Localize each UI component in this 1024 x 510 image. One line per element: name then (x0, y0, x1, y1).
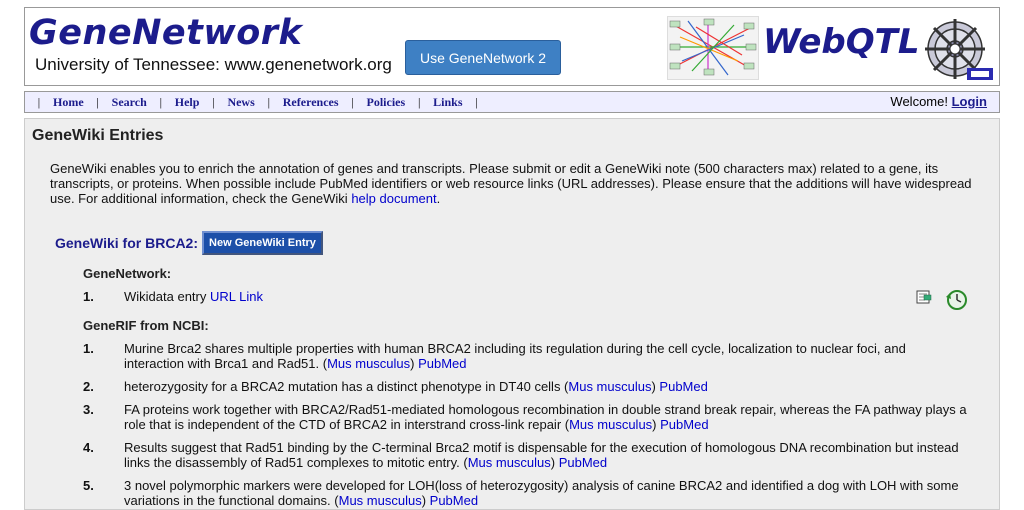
pubmed-link[interactable]: PubMed (418, 356, 466, 371)
entry-body: FA proteins work together with BRCA2/Rad… (124, 402, 967, 432)
nav-separator: | (212, 94, 215, 109)
nav-references[interactable]: References (283, 95, 339, 110)
nav-separator: | (351, 94, 354, 109)
new-genewiki-entry-button[interactable]: New GeneWiki Entry (202, 231, 323, 255)
species-link[interactable]: Mus musculus (468, 455, 551, 470)
entry-number: 1. (83, 289, 94, 304)
intro-paragraph: GeneWiki enables you to enrich the annot… (50, 161, 980, 206)
entry-body: 3 novel polymorphic markers were develop… (124, 478, 959, 508)
pubmed-link[interactable]: PubMed (659, 379, 707, 394)
intro-text: GeneWiki enables you to enrich the annot… (50, 161, 972, 206)
entry-number: 5. (83, 478, 94, 493)
entry-number: 4. (83, 440, 94, 455)
nav-separator: | (37, 94, 41, 109)
list-item: 5. 3 novel polymorphic markers were deve… (83, 478, 968, 509)
nav-search[interactable]: Search (112, 95, 147, 110)
genewiki-panel: GeneWiki Entries GeneWiki enables you to… (24, 118, 1000, 510)
entry-number: 1. (83, 341, 94, 356)
login-link[interactable]: Login (952, 94, 987, 109)
pubmed-link[interactable]: PubMed (660, 417, 708, 432)
entry-body: Wikidata entry (124, 289, 210, 304)
entry-text: heterozygosity for a BRCA2 mutation has … (124, 379, 708, 394)
species-link[interactable]: Mus musculus (568, 379, 651, 394)
nav-separator: | (159, 94, 162, 109)
ncbi-section-title: GeneRIF from NCBI: (83, 318, 209, 333)
species-link[interactable]: Mus musculus (339, 493, 422, 508)
webqtl-title: WebQTL (763, 22, 920, 62)
entry-text: 3 novel polymorphic markers were develop… (124, 478, 959, 508)
pubmed-link[interactable]: PubMed (559, 455, 607, 470)
logo-title: GeneNetwork (29, 13, 303, 53)
entry-number: 2. (83, 379, 94, 394)
entry-text: Results suggest that Rad51 binding by th… (124, 440, 959, 470)
page-title: GeneWiki Entries (32, 127, 164, 144)
network-graph-icon (667, 16, 759, 80)
nav-home[interactable]: Home (53, 95, 84, 110)
entry-text: Wikidata entry URL Link (124, 289, 968, 304)
species-link[interactable]: Mus musculus (327, 356, 410, 371)
nav-links[interactable]: Links (433, 95, 462, 110)
welcome-text: Welcome! (890, 94, 948, 109)
nav-separator: | (475, 94, 478, 109)
nav-policies[interactable]: Policies (367, 95, 406, 110)
nav-news[interactable]: News (227, 95, 254, 110)
edit-note-icon[interactable] (916, 290, 932, 304)
intro-end: . (436, 191, 441, 206)
url-link[interactable]: URL Link (210, 289, 263, 304)
species-link[interactable]: Mus musculus (569, 417, 652, 432)
nav-bar: | Home | Search | Help | News | Referenc… (24, 91, 1000, 113)
pubmed-link[interactable]: PubMed (430, 493, 478, 508)
list-item: 4. Results suggest that Rad51 binding by… (83, 440, 968, 471)
list-item: 1. Wikidata entry URL Link (83, 289, 968, 305)
nav-items: | Home | Search | Help | News | Referenc… (25, 92, 491, 112)
list-item: 2. heterozygosity for a BRCA2 mutation h… (83, 379, 968, 395)
site-header: GeneNetwork University of Tennessee: www… (24, 7, 1000, 86)
genenetwork-logo[interactable]: GeneNetwork University of Tennessee: www… (29, 13, 404, 77)
entry-body: heterozygosity for a BRCA2 mutation has … (124, 379, 569, 394)
genenetwork-section-title: GeneNetwork: (83, 266, 172, 281)
list-item: 1. Murine Brca2 shares multiple properti… (83, 341, 968, 372)
brca2-title: GeneWiki for BRCA2: (55, 235, 199, 251)
logo-subtitle: University of Tennessee: www.genenetwork… (35, 55, 392, 74)
entry-text: FA proteins work together with BRCA2/Rad… (124, 402, 967, 432)
list-item: 3. FA proteins work together with BRCA2/… (83, 402, 968, 433)
history-icon[interactable] (944, 289, 968, 311)
nav-separator: | (96, 94, 99, 109)
nav-separator: | (267, 94, 270, 109)
welcome-area: Welcome! Login (890, 94, 987, 109)
nav-separator: | (417, 94, 421, 109)
entry-body: Murine Brca2 shares multiple properties … (124, 341, 906, 371)
entry-text: Murine Brca2 shares multiple properties … (124, 341, 906, 371)
webqtl-wheel-icon[interactable] (923, 16, 995, 82)
help-document-link[interactable]: help document (351, 191, 436, 206)
nav-help[interactable]: Help (175, 95, 200, 110)
brca2-heading: GeneWiki for BRCA2: New GeneWiki Entry (55, 231, 323, 255)
use-genenetwork2-button[interactable]: Use GeneNetwork 2 (405, 40, 561, 75)
entry-number: 3. (83, 402, 94, 417)
